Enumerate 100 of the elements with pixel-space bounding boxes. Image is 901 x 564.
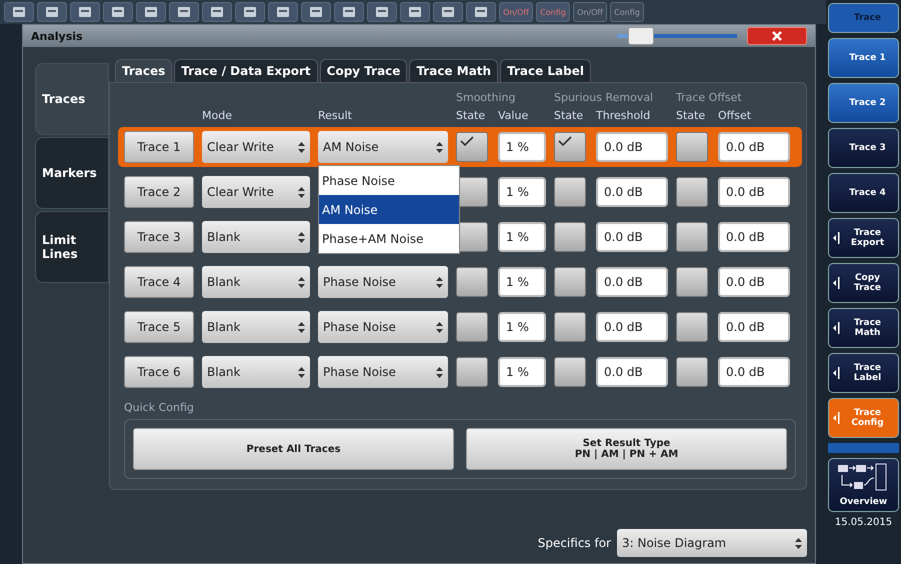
toolbar-button[interactable]	[136, 2, 166, 22]
checkbox[interactable]	[676, 177, 708, 207]
column-header: Value	[498, 109, 530, 122]
checkbox[interactable]	[676, 222, 708, 252]
toolbar-button[interactable]	[301, 2, 331, 22]
dropdown-option[interactable]: Phase Noise	[319, 166, 459, 195]
submenu-icon	[833, 276, 841, 290]
offset-field[interactable]: 0.0 dB	[718, 357, 790, 387]
softkey[interactable]: Trace 3	[828, 128, 899, 168]
action-button[interactable]: Set Result Type PN | AM | PN + AM	[466, 428, 787, 470]
value-field[interactable]: 1 %	[498, 177, 546, 207]
softkey[interactable]: Copy Trace	[828, 263, 899, 303]
softkey[interactable]: Trace Label	[828, 353, 899, 393]
threshold-field[interactable]: 0.0 dB	[596, 312, 668, 342]
offset-field[interactable]: 0.0 dB	[718, 177, 790, 207]
tab[interactable]: Copy Trace	[320, 59, 408, 82]
checkbox[interactable]	[554, 312, 586, 342]
dropdown-option[interactable]: Phase+AM Noise	[319, 224, 459, 253]
softkey[interactable]: Trace Math	[828, 308, 899, 348]
checkbox[interactable]	[676, 312, 708, 342]
toolbar-button[interactable]	[334, 2, 364, 22]
result-select[interactable]: Phase Noise	[318, 311, 448, 343]
trace-button[interactable]: Trace 4	[124, 266, 194, 298]
tab[interactable]: Trace Label	[500, 59, 591, 82]
offset-field[interactable]: 0.0 dB	[718, 312, 790, 342]
side-tab[interactable]: Markers	[35, 137, 109, 209]
offset-field[interactable]: 0.0 dB	[718, 222, 790, 252]
threshold-field[interactable]: 0.0 dB	[596, 222, 668, 252]
checkbox[interactable]	[676, 132, 708, 162]
softkey[interactable]: Trace 4	[828, 173, 899, 213]
trace-button[interactable]: Trace 2	[124, 176, 194, 208]
value-field[interactable]: 1 %	[498, 312, 546, 342]
softkey[interactable]: Trace 1	[828, 38, 899, 78]
mode-select[interactable]: Blank	[202, 356, 310, 388]
value-field[interactable]: 1 %	[498, 267, 546, 297]
checkmark-icon	[460, 136, 474, 148]
toolbar-button[interactable]	[4, 2, 34, 22]
trace-button[interactable]: Trace 6	[124, 356, 194, 388]
trace-button[interactable]: Trace 3	[124, 221, 194, 253]
mode-select[interactable]: Blank	[202, 311, 310, 343]
group-label: Spurious Removal	[554, 91, 654, 104]
toolbar-button[interactable]	[202, 2, 232, 22]
action-button[interactable]: Preset All Traces	[133, 428, 454, 470]
threshold-field[interactable]: 0.0 dB	[596, 267, 668, 297]
checkbox[interactable]	[554, 267, 586, 297]
toolbar-button[interactable]	[400, 2, 430, 22]
mode-select[interactable]: Blank	[202, 266, 310, 298]
threshold-field[interactable]: 0.0 dB	[596, 357, 668, 387]
result-select[interactable]: Phase Noise	[318, 266, 448, 298]
side-tab[interactable]: Traces	[35, 63, 109, 135]
toolbar-button[interactable]	[37, 2, 67, 22]
side-tab[interactable]: Limit Lines	[35, 211, 109, 283]
up-down-arrow-icon	[436, 322, 443, 332]
specifics-select[interactable]: 3: Noise Diagram	[617, 529, 807, 557]
value-field[interactable]: 1 %	[498, 132, 546, 162]
checkbox[interactable]	[676, 267, 708, 297]
checkbox[interactable]	[554, 222, 586, 252]
checkbox[interactable]	[456, 132, 488, 162]
trace-button[interactable]: Trace 5	[124, 311, 194, 343]
checkbox[interactable]	[554, 132, 586, 162]
toolbar-button[interactable]	[268, 2, 298, 22]
toolbar-button[interactable]	[466, 2, 496, 22]
mode-select[interactable]: Clear Write	[202, 131, 310, 163]
tool-icon	[473, 5, 489, 19]
checkbox[interactable]	[554, 177, 586, 207]
toolbar-button[interactable]	[70, 2, 100, 22]
offset-field[interactable]: 0.0 dB	[718, 132, 790, 162]
transparency-slider[interactable]	[617, 27, 737, 45]
toolbar-button[interactable]	[169, 2, 199, 22]
value-field[interactable]: 1 %	[498, 222, 546, 252]
dropdown-option[interactable]: AM Noise	[319, 195, 459, 224]
value-field[interactable]: 1 %	[498, 357, 546, 387]
result-select[interactable]: AM Noise	[318, 131, 448, 163]
tab[interactable]: Trace Math	[409, 59, 498, 82]
up-down-arrow-icon	[298, 322, 305, 332]
mode-select[interactable]: Blank	[202, 221, 310, 253]
tab[interactable]: Trace / Data Export	[174, 59, 318, 82]
checkbox[interactable]	[456, 312, 488, 342]
checkbox[interactable]	[456, 267, 488, 297]
trace-button[interactable]: Trace 1	[124, 131, 194, 163]
close-button[interactable]	[747, 27, 807, 45]
toolbar-button[interactable]	[433, 2, 463, 22]
toolbar-button[interactable]	[367, 2, 397, 22]
softkey[interactable]: Trace Export	[828, 218, 899, 258]
toolbar-button[interactable]	[235, 2, 265, 22]
threshold-field[interactable]: 0.0 dB	[596, 177, 668, 207]
column-header: State	[554, 109, 584, 122]
offset-field[interactable]: 0.0 dB	[718, 267, 790, 297]
checkbox[interactable]	[676, 357, 708, 387]
softkey[interactable]: Trace 2	[828, 83, 899, 123]
checkbox[interactable]	[554, 357, 586, 387]
column-header: Offset	[718, 109, 752, 122]
checkbox[interactable]	[456, 357, 488, 387]
toolbar-button[interactable]	[103, 2, 133, 22]
overview-softkey[interactable]: Overview	[828, 458, 899, 512]
tool-icon	[440, 5, 456, 19]
mode-select[interactable]: Clear Write	[202, 176, 310, 208]
result-select[interactable]: Phase Noise	[318, 356, 448, 388]
tab[interactable]: Traces	[115, 59, 172, 82]
threshold-field[interactable]: 0.0 dB	[596, 132, 668, 162]
